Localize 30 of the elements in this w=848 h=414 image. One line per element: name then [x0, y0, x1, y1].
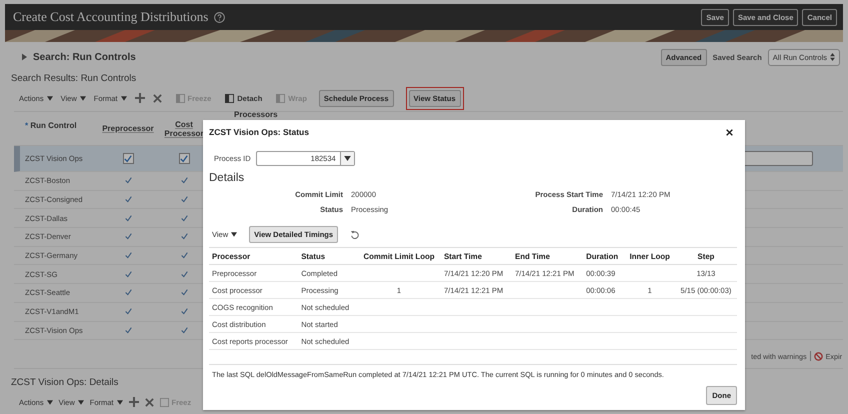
column-header: Run Control — [30, 121, 77, 130]
expand-icon[interactable] — [22, 53, 27, 61]
caret-icon — [46, 96, 53, 100]
prohibited-icon — [814, 352, 823, 361]
section-title: Search: Run Controls — [33, 52, 136, 62]
page-title: Create Cost Accounting Distributions — [13, 9, 208, 25]
section-title: Search Results: Run Controls — [10, 72, 138, 84]
section-title: ZCST Vision Ops: Details — [11, 377, 118, 388]
refresh-icon[interactable] — [350, 230, 360, 240]
close-icon[interactable] — [726, 128, 733, 136]
caret-icon — [46, 400, 53, 405]
dialog-title: ZCST Vision Ops: Status — [209, 127, 309, 137]
caret-icon — [78, 400, 84, 405]
caret-icon — [116, 400, 122, 405]
updown-icon — [830, 53, 835, 61]
help-icon[interactable] — [214, 12, 226, 22]
required-mark: * — [25, 121, 28, 130]
add-icon[interactable] — [128, 397, 138, 408]
caret-icon — [80, 96, 86, 100]
delete-icon[interactable] — [152, 94, 162, 102]
delete-icon[interactable] — [144, 398, 154, 407]
caret-icon — [231, 232, 238, 237]
add-icon[interactable] — [134, 93, 144, 103]
caret-icon — [120, 96, 126, 100]
section-heading: Details — [209, 171, 246, 184]
checkbox[interactable] — [178, 153, 190, 164]
checkbox[interactable] — [122, 153, 134, 164]
column-header: Processors — [234, 110, 278, 119]
caret-icon — [344, 156, 351, 161]
column-header[interactable]: Preprocessor — [100, 124, 156, 133]
